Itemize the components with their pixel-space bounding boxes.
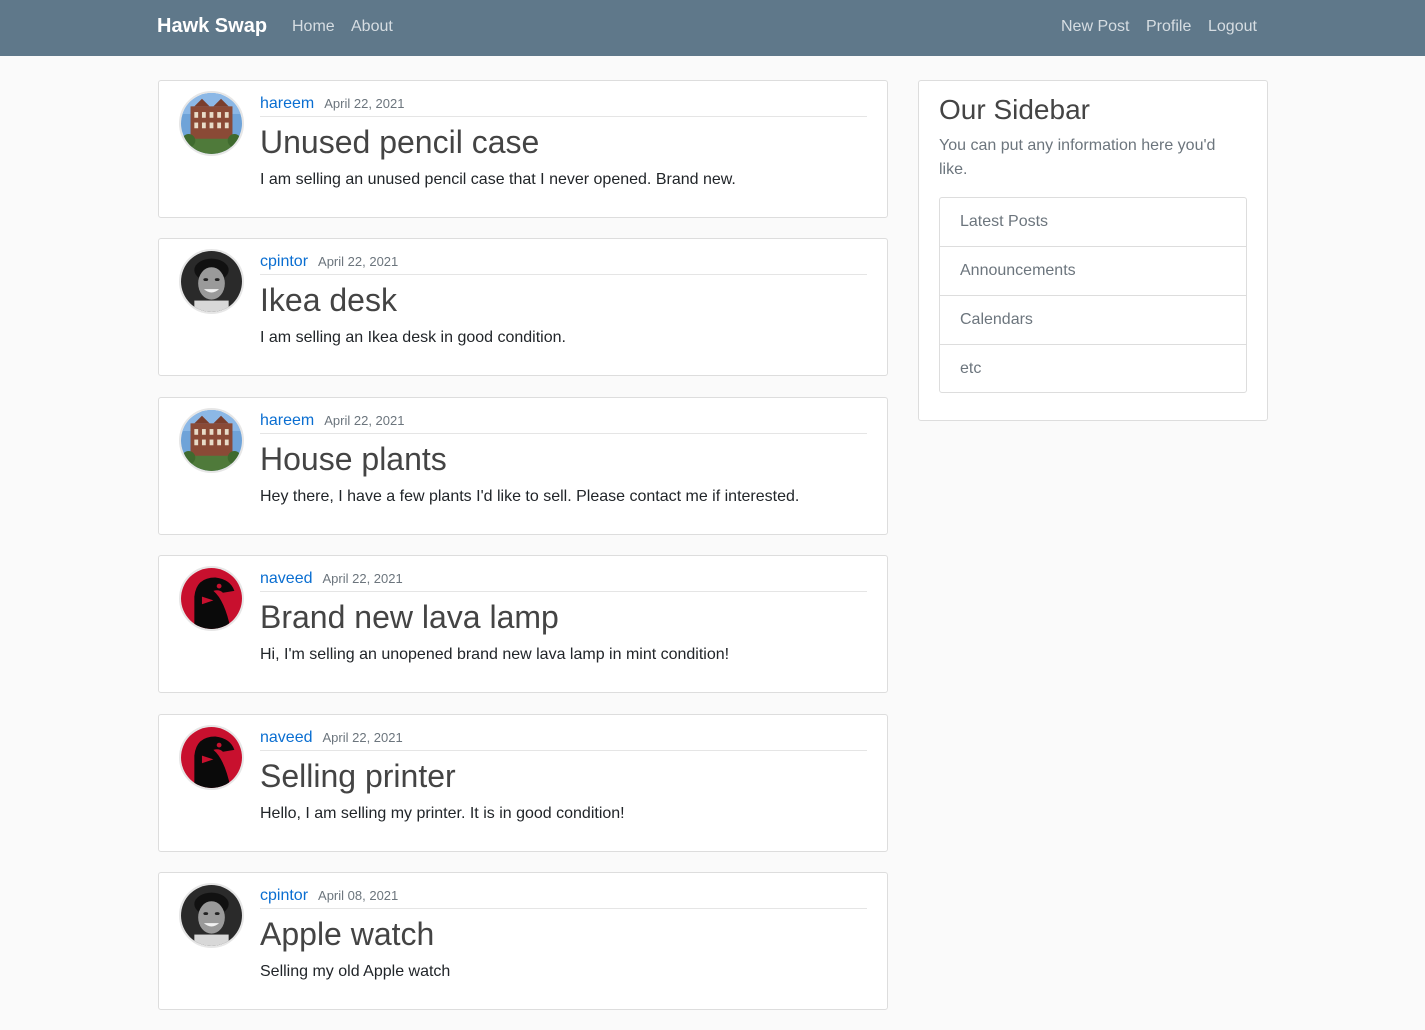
post-date: April 22, 2021 [324,96,405,111]
post-date: April 22, 2021 [318,254,399,269]
sidebar-list: Latest Posts Announcements Calendars etc [939,197,1247,393]
post-title-link[interactable]: Selling printer [260,758,456,795]
post-card: naveed April 22, 2021 Selling printer Hello… [158,714,888,852]
post-meta: hareem April 22, 2021 [260,95,867,117]
nav-link-home[interactable]: Home [292,18,335,36]
post-card: hareem April 22, 2021 Unused pencil case I … [158,80,888,218]
post-author-link[interactable]: naveed [260,570,313,587]
sidebar-item-announcements[interactable]: Announcements [940,247,1246,296]
post-card: cpintor April 22, 2021 Ikea desk I am selli… [158,238,888,376]
nav-link-about[interactable]: About [351,18,393,36]
post-date: April 22, 2021 [322,571,403,586]
post-title-link[interactable]: Apple watch [260,916,434,953]
post-title-link[interactable]: Unused pencil case [260,124,539,161]
post-content: I am selling an unused pencil case that … [260,171,736,188]
post-meta: naveed April 22, 2021 [260,729,867,751]
post-title-link[interactable]: Ikea desk [260,282,397,319]
post-author-link[interactable]: cpintor [260,887,308,904]
sidebar-description: You can put any information here you'd l… [939,137,1216,178]
post-card: cpintor April 08, 2021 Apple watch Selling … [158,872,888,1010]
post-card: hareem April 22, 2021 House plants Hey ther… [158,397,888,535]
post-content: Hello, I am selling my printer. It is in… [260,805,625,822]
post-meta: naveed April 22, 2021 [260,570,867,592]
post-content: Hey there, I have a few plants I'd like … [260,488,800,505]
post-content: I am selling an Ikea desk in good condit… [260,329,566,346]
brand-link[interactable]: Hawk Swap [157,15,267,38]
sidebar-title: Our Sidebar [939,94,1090,125]
post-date: April 22, 2021 [324,413,405,428]
post-author-link[interactable]: hareem [260,412,314,429]
post-content: Selling my old Apple watch [260,963,451,980]
hawk-logo-avatar [179,725,244,790]
person-photo-avatar [179,883,244,948]
sidebar-item-calendars[interactable]: Calendars [940,296,1246,345]
hawk-logo-avatar [179,566,244,631]
post-content: Hi, I'm selling an unopened brand new la… [260,646,730,663]
navbar: Hawk Swap Home About New Post Profile Lo… [0,0,1425,56]
person-photo-avatar [179,249,244,314]
sidebar-item-latest-posts[interactable]: Latest Posts [940,198,1246,247]
nav-link-profile[interactable]: Profile [1146,18,1191,36]
sidebar: Our Sidebar You can put any information … [918,80,1268,421]
post-title-link[interactable]: Brand new lava lamp [260,599,559,636]
post-meta: cpintor April 08, 2021 [260,887,867,909]
sidebar-item-etc[interactable]: etc [940,345,1246,392]
post-author-link[interactable]: hareem [260,95,314,112]
nav-link-logout[interactable]: Logout [1208,18,1257,36]
post-title-link[interactable]: House plants [260,441,447,478]
nav-link-new-post[interactable]: New Post [1061,18,1129,36]
post-card: naveed April 22, 2021 Brand new lava lamp H… [158,555,888,693]
building-photo-avatar [179,408,244,473]
post-meta: cpintor April 22, 2021 [260,253,867,275]
post-author-link[interactable]: cpintor [260,253,308,270]
post-meta: hareem April 22, 2021 [260,412,867,434]
building-photo-avatar [179,91,244,156]
post-date: April 22, 2021 [322,730,403,745]
post-author-link[interactable]: naveed [260,729,313,746]
post-date: April 08, 2021 [318,888,399,903]
